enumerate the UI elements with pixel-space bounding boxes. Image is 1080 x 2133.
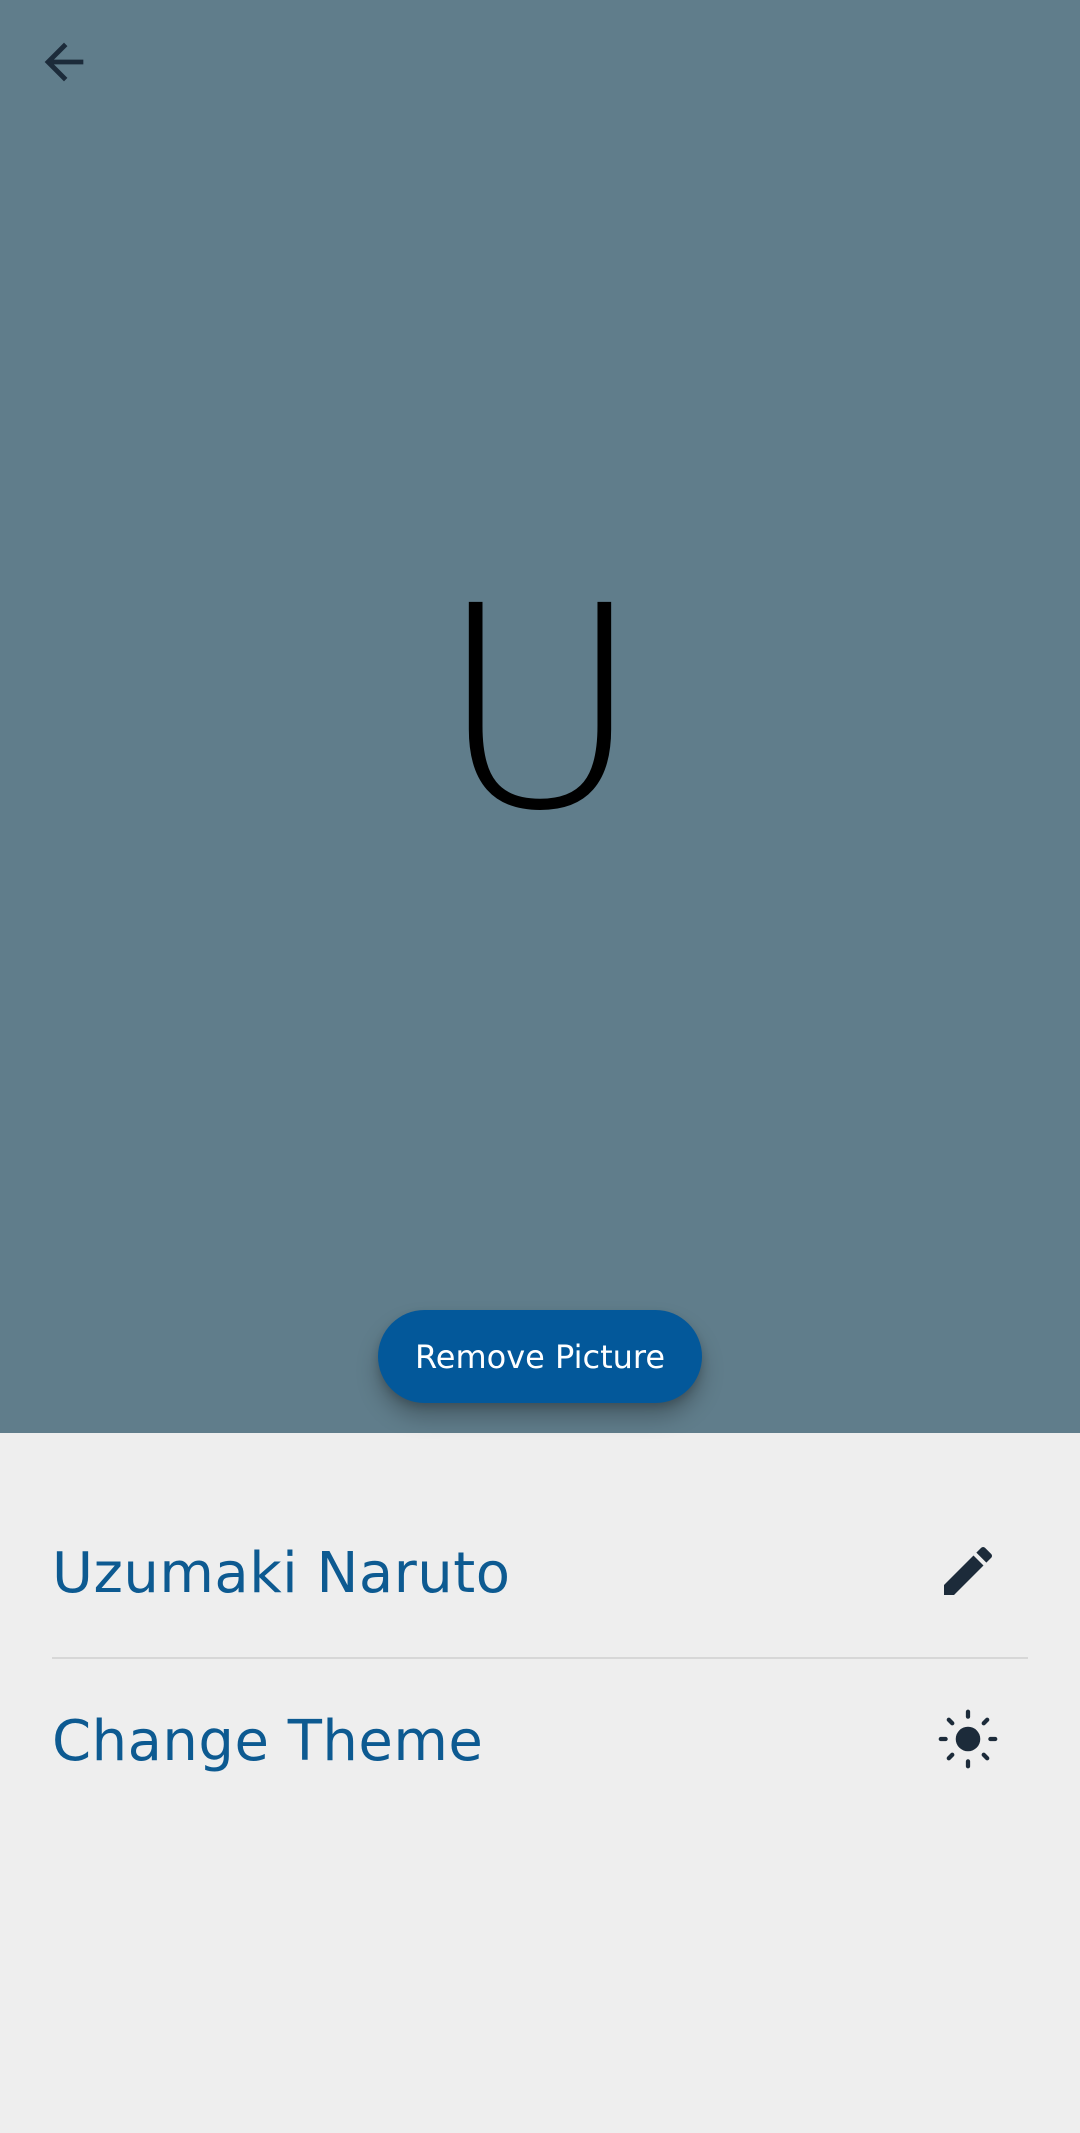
profile-name: Uzumaki Naruto	[52, 1540, 511, 1606]
divider	[52, 1657, 1028, 1659]
change-theme-label: Change Theme	[52, 1708, 484, 1774]
sun-icon	[936, 1707, 1000, 1775]
remove-picture-button[interactable]: Remove Picture	[378, 1310, 702, 1403]
profile-picture-area: U Remove Picture	[0, 0, 1080, 1433]
avatar-initial: U	[437, 547, 643, 873]
back-button[interactable]	[22, 22, 106, 106]
profile-name-row: Uzumaki Naruto	[52, 1513, 1028, 1633]
edit-name-button[interactable]	[926, 1531, 1010, 1615]
arrow-left-icon	[35, 33, 93, 95]
change-theme-button[interactable]	[926, 1699, 1010, 1783]
pencil-icon	[936, 1539, 1000, 1607]
change-theme-row[interactable]: Change Theme	[52, 1681, 1028, 1801]
